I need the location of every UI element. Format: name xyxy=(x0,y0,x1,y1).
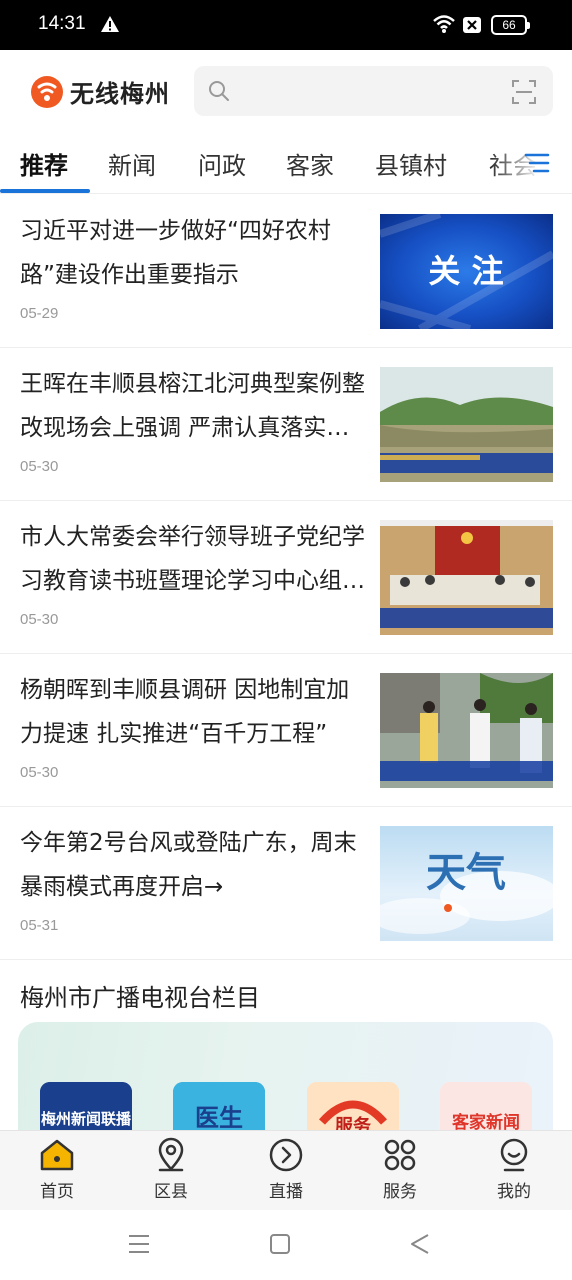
system-navigation-bar xyxy=(0,1210,572,1280)
user-face-icon xyxy=(500,1138,528,1172)
sim-off-icon xyxy=(462,15,482,39)
svg-text:医生: 医生 xyxy=(195,1104,243,1132)
location-pin-icon xyxy=(158,1137,184,1172)
status-time: 14:31 xyxy=(38,13,86,34)
thumb-caption: 关 注 xyxy=(428,252,503,290)
bottom-navigation: 首页 区县 直播 服务 我的 xyxy=(0,1130,572,1210)
news-date: 05-31 xyxy=(20,917,59,934)
nav-county-label: 区县 xyxy=(154,1182,188,1202)
category-tabs: 推荐 新闻 问政 客家 县镇村 社会 xyxy=(0,136,572,194)
play-circle-icon xyxy=(269,1138,303,1172)
search-input[interactable] xyxy=(194,66,553,116)
news-item[interactable]: 今年第2号台风或登陆广东，周末暴雨模式再度开启→ 05-31 天气 xyxy=(0,807,572,960)
home-square-icon[interactable] xyxy=(270,1234,290,1258)
news-thumbnail: 关 注 xyxy=(380,214,553,329)
svg-text:梅州新闻联播: 梅州新闻联播 xyxy=(41,1110,132,1128)
home-icon xyxy=(40,1139,74,1171)
nav-profile[interactable]: 我的 xyxy=(479,1137,549,1202)
logo-icon xyxy=(31,75,63,108)
nav-home-label: 首页 xyxy=(40,1182,74,1202)
nav-live[interactable]: 直播 xyxy=(251,1137,321,1202)
news-item[interactable]: 习近平对进一步做好“四好农村路”建设作出重要指示 05-29 关 注 xyxy=(0,195,572,348)
nav-profile-label: 我的 xyxy=(497,1182,531,1202)
news-title: 王晖在丰顺县榕江北河典型案例整改现场会上强调 严肃认真落实整改 xyxy=(20,371,365,441)
status-bar: 14:31 66 xyxy=(0,0,572,50)
news-thumbnail xyxy=(380,520,553,635)
news-date: 05-29 xyxy=(20,305,59,322)
news-item[interactable]: 市人大常委会举行领导班子党纪学习教育读书班暨理论学习中心组学习 05-30 xyxy=(0,501,572,654)
news-date: 05-30 xyxy=(20,611,59,628)
tab-recommend[interactable]: 推荐 xyxy=(20,146,68,181)
nav-services-label: 服务 xyxy=(383,1182,417,1202)
tab-county-town-village[interactable]: 县镇村 xyxy=(375,146,447,181)
nav-county[interactable]: 区县 xyxy=(136,1137,206,1202)
nav-home[interactable]: 首页 xyxy=(22,1137,92,1202)
app-logo[interactable]: 无线梅州 xyxy=(30,74,170,109)
warning-icon xyxy=(100,15,120,37)
back-triangle-icon[interactable] xyxy=(410,1234,430,1258)
search-icon xyxy=(208,80,230,106)
news-thumbnail: 天气 xyxy=(380,826,553,941)
app-header: 无线梅州 xyxy=(0,50,572,136)
news-item[interactable]: 王晖在丰顺县榕江北河典型案例整改现场会上强调 严肃认真落实整改 05-30 xyxy=(0,348,572,501)
news-title: 杨朝晖到丰顺县调研 因地制宜加力提速 扎实推进“百千万工程” xyxy=(20,677,350,747)
news-title: 习近平对进一步做好“四好农村路”建设作出重要指示 xyxy=(20,218,331,288)
news-thumbnail xyxy=(380,673,553,788)
news-item[interactable]: 杨朝晖到丰顺县调研 因地制宜加力提速 扎实推进“百千万工程” 05-30 xyxy=(0,654,572,807)
tab-menu-icon[interactable] xyxy=(524,152,550,178)
thumb-caption: 天气 xyxy=(426,850,506,896)
tab-inquiry[interactable]: 问政 xyxy=(198,146,246,181)
wifi-icon xyxy=(432,14,456,38)
news-date: 05-30 xyxy=(20,764,59,781)
nav-services[interactable]: 服务 xyxy=(365,1137,435,1202)
scan-icon[interactable] xyxy=(511,79,537,109)
news-thumbnail xyxy=(380,367,553,482)
menu-icon[interactable] xyxy=(128,1234,150,1258)
active-tab-indicator xyxy=(0,189,90,193)
grid-icon xyxy=(384,1139,416,1171)
news-date: 05-30 xyxy=(20,458,59,475)
news-title: 市人大常委会举行领导班子党纪学习教育读书班暨理论学习中心组学习 xyxy=(20,524,365,594)
battery-indicator: 66 xyxy=(491,15,530,35)
tab-hakka[interactable]: 客家 xyxy=(286,146,334,181)
logo-text: 无线梅州 xyxy=(70,80,170,108)
tab-news[interactable]: 新闻 xyxy=(108,146,156,181)
nav-live-label: 直播 xyxy=(269,1182,303,1202)
section-title: 梅州市广播电视台栏目 xyxy=(20,984,260,1012)
news-title: 今年第2号台风或登陆广东，周末暴雨模式再度开启→ xyxy=(20,830,357,900)
